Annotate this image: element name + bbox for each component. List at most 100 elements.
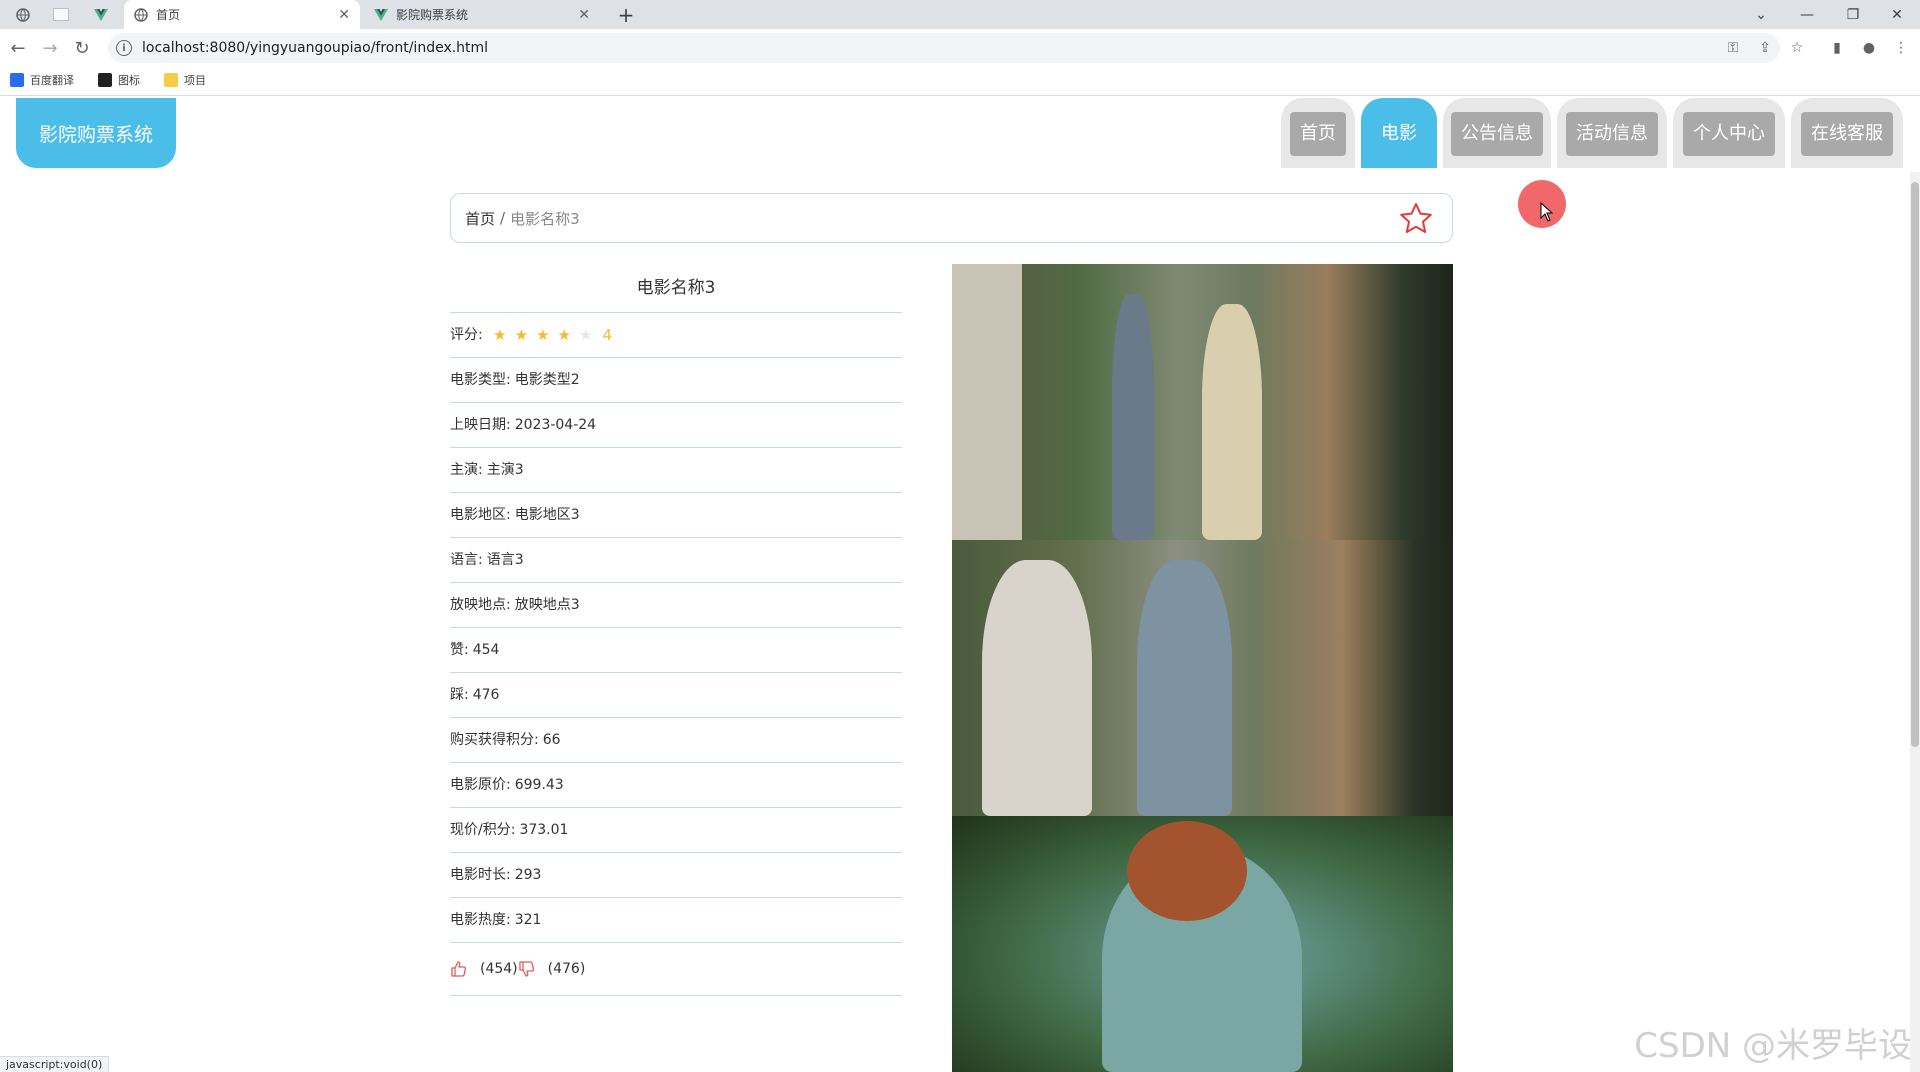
vue-logo-icon: [374, 8, 388, 21]
field-value: 2023-04-24: [514, 417, 597, 433]
movie-poster: [952, 264, 1453, 1072]
nav-label: 活动信息: [1566, 112, 1658, 156]
movie-still-1: [952, 264, 1453, 540]
bookmark-baidu-translate[interactable]: 百度翻译: [10, 68, 74, 92]
tab-cinema[interactable]: 影院购票系统 ✕: [364, 0, 600, 29]
key-icon[interactable]: ⚿: [1722, 37, 1744, 59]
mouse-cursor-icon: [1540, 202, 1554, 222]
bookmark-label: 百度翻译: [30, 74, 74, 87]
breadcrumb-home-link[interactable]: 首页: [465, 208, 495, 229]
bookmark-label: 图标: [118, 74, 140, 87]
globe-icon: [134, 7, 148, 22]
tab-title: 首页: [156, 8, 181, 22]
field-value: 321: [514, 912, 542, 928]
nav-movies[interactable]: 电影: [1361, 98, 1437, 168]
field-duration: 电影时长: 293: [450, 853, 902, 898]
new-tab-button[interactable]: +: [612, 0, 640, 29]
vote-row: (454) (476): [450, 943, 902, 996]
star-icon: ★: [578, 325, 593, 344]
field-value: 主演3: [486, 462, 524, 478]
tab-home[interactable]: 首页 ✕: [124, 0, 360, 29]
nav-label: 首页: [1290, 112, 1346, 156]
field-language: 语言: 语言3: [450, 538, 902, 583]
site-info-icon[interactable]: i: [116, 40, 132, 56]
menu-icon[interactable]: ⋮: [1890, 37, 1912, 59]
url-text: localhost:8080/yingyuangoupiao/front/ind…: [142, 40, 489, 56]
figure-couple: [1137, 560, 1232, 816]
field-dislikes: 踩: 476: [450, 673, 902, 718]
iconfont-icon: [98, 73, 112, 87]
nav-label: 在线客服: [1801, 112, 1893, 156]
star-icon: ★: [557, 325, 571, 344]
forward-button[interactable]: →: [35, 29, 65, 68]
field-value: 476: [472, 687, 500, 703]
star-icon: ★: [514, 325, 529, 344]
back-button[interactable]: ←: [3, 29, 33, 68]
movie-info-panel: 电影名称3 评分: ★ ★ ★ ★ ★ 4 电影类型: 电影类型2 上映日期: 20…: [450, 264, 902, 996]
status-bar: javascript:void(0): [0, 1056, 110, 1072]
close-icon[interactable]: ✕: [338, 7, 350, 23]
field-label: 现价/积分:: [450, 822, 516, 838]
close-window-button[interactable]: ✕: [1874, 0, 1920, 29]
rating-label: 评分:: [450, 327, 483, 343]
nav-online-service[interactable]: 在线客服: [1791, 98, 1903, 168]
breadcrumb-current: 电影名称3: [510, 209, 580, 228]
profile-icon[interactable]: ●: [1858, 37, 1880, 59]
pinned-tab-blank[interactable]: [46, 0, 76, 29]
page-scrollbar[interactable]: [1910, 172, 1920, 1072]
nav-user-center[interactable]: 个人中心: [1673, 98, 1785, 168]
field-label: 电影地区:: [450, 507, 511, 523]
figure-man: [1112, 294, 1154, 540]
field-label: 电影时长:: [450, 867, 511, 883]
bookmark-icons[interactable]: 图标: [98, 68, 140, 92]
field-value: 语言3: [486, 552, 524, 568]
pinned-tab-vue[interactable]: [86, 0, 116, 29]
field-cast: 主演: 主演3: [450, 448, 902, 493]
nav-activities[interactable]: 活动信息: [1557, 98, 1667, 168]
nav-announcements[interactable]: 公告信息: [1443, 98, 1551, 168]
close-icon[interactable]: ✕: [578, 7, 590, 23]
field-label: 电影类型:: [450, 372, 511, 388]
movie-title: 电影名称3: [450, 264, 902, 313]
globe-icon: [16, 7, 30, 22]
pinned-tab-globe[interactable]: [8, 0, 38, 29]
favorite-star-icon[interactable]: [1398, 201, 1434, 237]
field-value: 454: [472, 642, 500, 658]
site-logo[interactable]: 影院购票系统: [16, 98, 176, 168]
thumbs-down-count: (476): [547, 961, 586, 977]
field-region: 电影地区: 电影地区3: [450, 493, 902, 538]
figure-woman: [1202, 304, 1262, 540]
rating-value: 4: [602, 325, 612, 344]
thumbs-up-icon[interactable]: [450, 960, 468, 978]
figure-hair: [1127, 821, 1247, 921]
field-label: 电影原价:: [450, 777, 511, 793]
field-label: 上映日期:: [450, 417, 511, 433]
field-label: 放映地点:: [450, 597, 511, 613]
field-label: 赞:: [450, 642, 469, 658]
side-panel-icon[interactable]: ▮: [1826, 37, 1848, 59]
field-points: 购买获得积分: 66: [450, 718, 902, 763]
minimize-button[interactable]: —: [1784, 0, 1830, 29]
field-value: 373.01: [519, 822, 569, 838]
movie-still-2: [952, 540, 1453, 816]
page-icon: [53, 8, 69, 21]
scrollbar-thumb[interactable]: [1911, 182, 1919, 747]
field-value: 电影类型2: [514, 372, 580, 388]
restore-button[interactable]: ❐: [1830, 0, 1876, 29]
share-icon[interactable]: ⇪: [1754, 37, 1776, 59]
nav-home[interactable]: 首页: [1281, 98, 1355, 168]
field-label: 语言:: [450, 552, 483, 568]
tab-search-button[interactable]: ⌄: [1738, 0, 1784, 29]
reload-button[interactable]: ↻: [67, 29, 97, 68]
field-popularity: 电影热度: 321: [450, 898, 902, 943]
bookmark-star-icon[interactable]: ☆: [1786, 37, 1808, 59]
thumbs-down-icon[interactable]: [518, 960, 536, 978]
field-label: 踩:: [450, 687, 469, 703]
address-bar[interactable]: i localhost:8080/yingyuangoupiao/front/i…: [108, 33, 1780, 63]
field-value: 699.43: [514, 777, 564, 793]
translate-icon: [10, 73, 24, 87]
bookmark-projects[interactable]: 项目: [164, 68, 206, 92]
bookmarks-bar: [0, 68, 1920, 96]
star-icon: ★: [536, 325, 550, 344]
field-venue: 放映地点: 放映地点3: [450, 583, 902, 628]
